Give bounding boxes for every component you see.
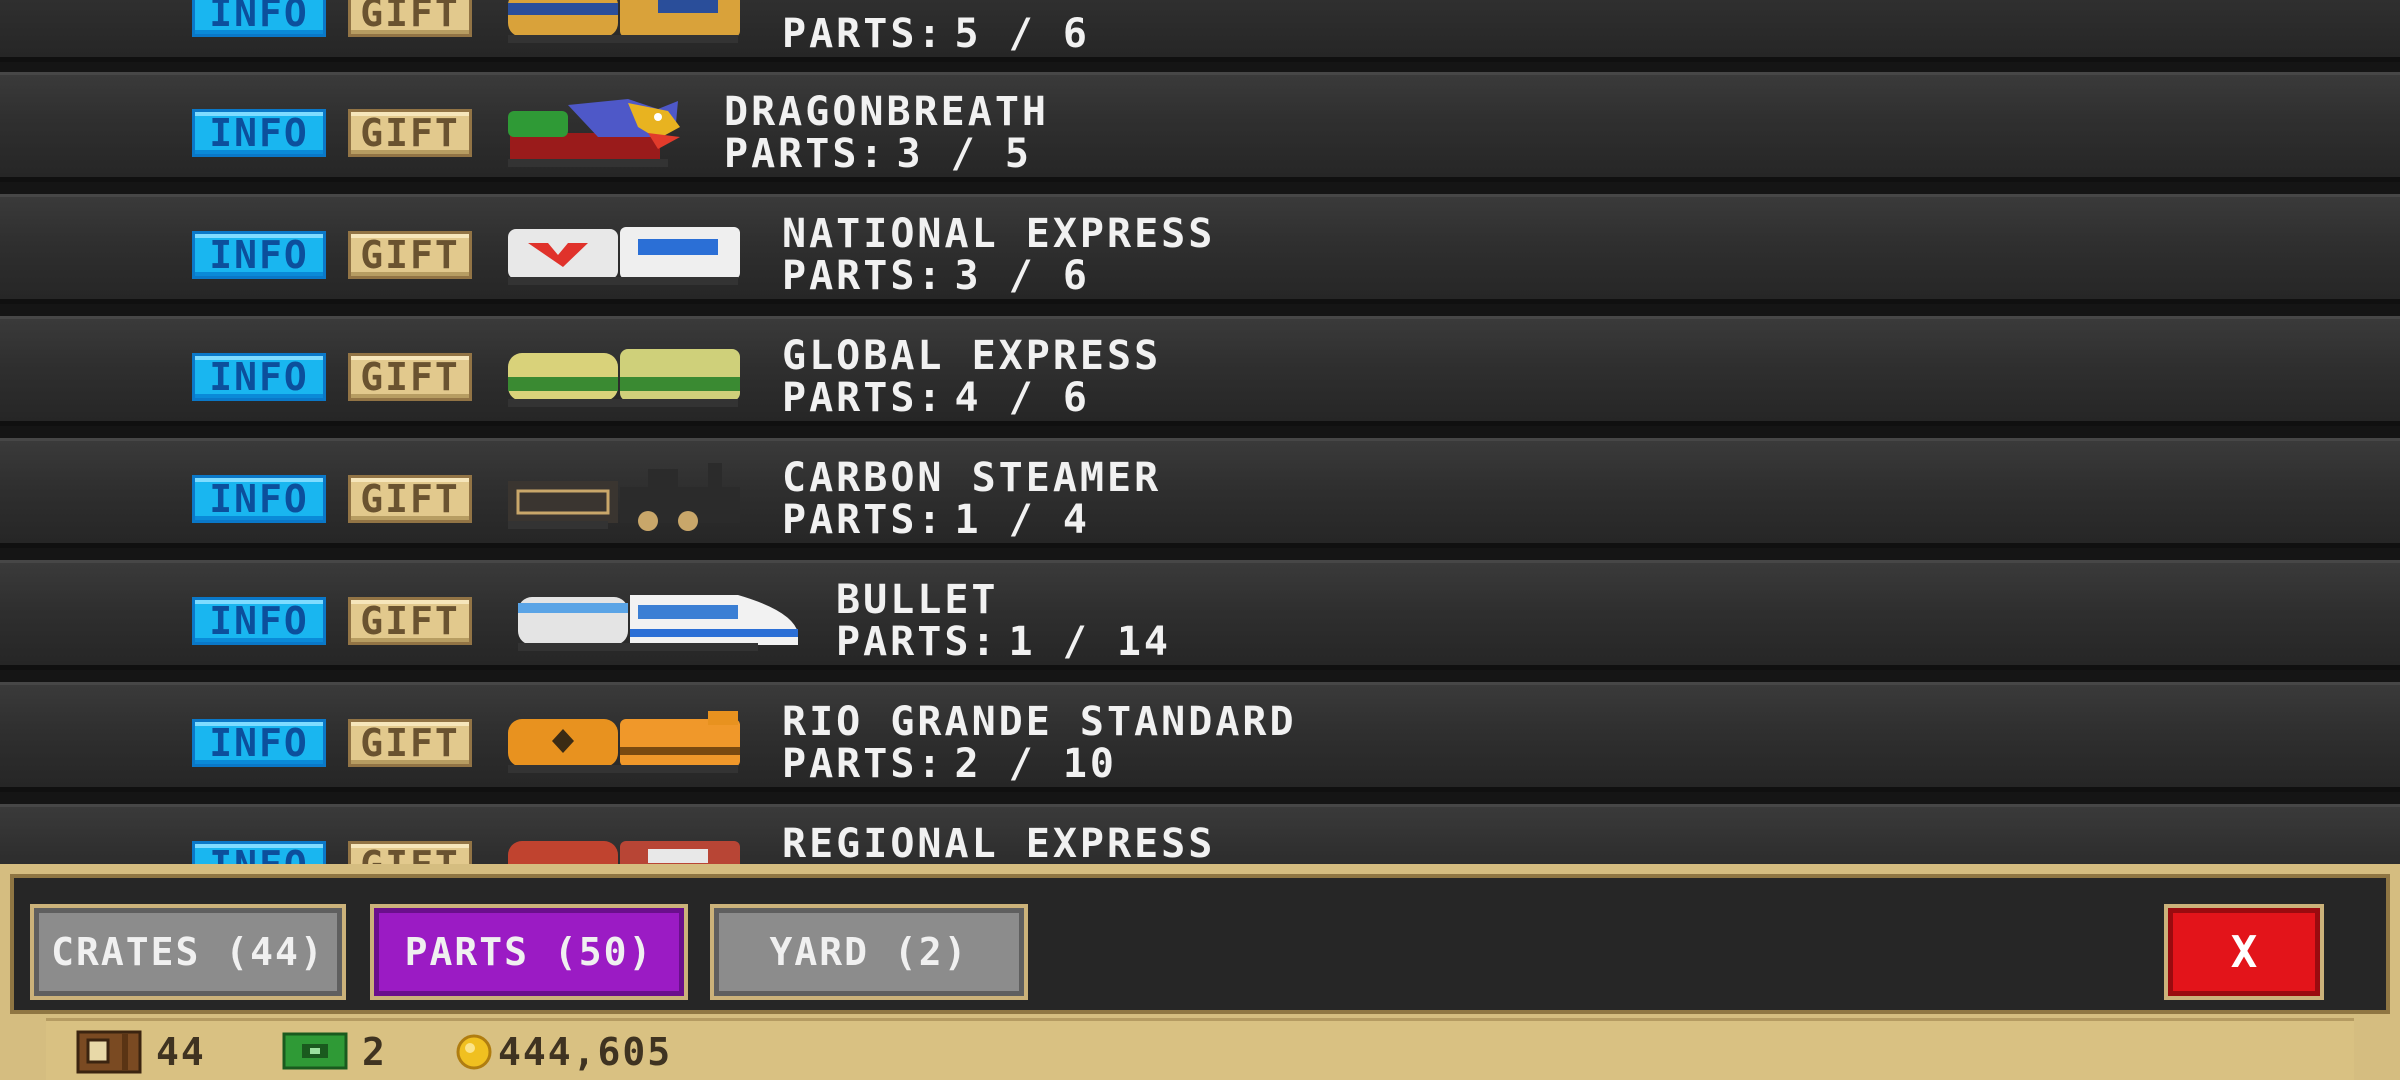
national-express-train-icon xyxy=(508,227,740,285)
info-button[interactable]: INFO xyxy=(192,353,326,401)
bottom-bar: CRATES (44) PARTS (50) YARD (2) X 44 2 4… xyxy=(0,864,2400,1080)
gift-button[interactable]: GIFT xyxy=(348,597,472,645)
cash-stat: 2 xyxy=(282,1029,387,1075)
tab-crates[interactable]: CRATES (44) xyxy=(30,904,346,1000)
parts-count: PARTS: 5 / 6 xyxy=(782,11,1090,57)
crates-count: 44 xyxy=(156,1030,206,1074)
tab-parts[interactable]: PARTS (50) xyxy=(370,904,688,1000)
rio-grande-train-icon xyxy=(508,711,740,773)
gift-button[interactable]: GIFT xyxy=(348,353,472,401)
list-item: INFO GIFT PARTS: 5 / 6 xyxy=(0,0,2400,62)
gift-button[interactable]: GIFT xyxy=(348,231,472,279)
parts-count: PARTS: 3 / 5 xyxy=(724,131,1032,177)
close-button[interactable]: X xyxy=(2164,904,2324,1000)
parts-count: PARTS: 1 / 4 xyxy=(782,497,1090,543)
train-icon xyxy=(508,0,740,43)
coins-count: 444,605 xyxy=(498,1030,673,1074)
info-button[interactable]: INFO xyxy=(192,231,326,279)
coins-stat: 444,605 xyxy=(454,1029,672,1075)
coin-icon xyxy=(456,1034,492,1070)
train-name: BULLET xyxy=(836,577,999,623)
tab-yard[interactable]: YARD (2) xyxy=(710,904,1028,1000)
train-name: NATIONAL EXPRESS xyxy=(782,211,1216,257)
gift-button[interactable]: GIFT xyxy=(348,0,472,37)
train-name: GLOBAL EXPRESS xyxy=(782,333,1162,379)
info-button[interactable]: INFO xyxy=(192,0,326,37)
info-button[interactable]: INFO xyxy=(192,719,326,767)
train-name: RIO GRANDE STANDARD xyxy=(782,699,1297,745)
parts-count: PARTS: 2 / 10 xyxy=(782,741,1117,787)
train-name: REGIONAL EXPRESS xyxy=(782,821,1216,867)
info-button[interactable]: INFO xyxy=(192,475,326,523)
gift-button[interactable]: GIFT xyxy=(348,475,472,523)
train-parts-list[interactable]: INFO GIFT PARTS: 5 / 6 INFO GIFT DRAGONBR… xyxy=(0,0,2400,870)
status-bar: 44 2 444,605 xyxy=(46,1018,2354,1080)
list-item: INFO GIFT CARBON STEAMER PARTS: 1 / 4 xyxy=(0,438,2400,548)
parts-count: PARTS: 4 / 6 xyxy=(782,375,1090,421)
list-item: INFO GIFT RIO GRANDE STANDARD PARTS: 2 / … xyxy=(0,682,2400,792)
tab-panel: CRATES (44) PARTS (50) YARD (2) X xyxy=(10,874,2390,1014)
bullet-train-icon xyxy=(518,595,798,651)
parts-count: PARTS: 1 / 14 xyxy=(836,619,1171,665)
crate-icon xyxy=(76,1030,142,1074)
steam-train-icon xyxy=(508,463,740,531)
global-express-train-icon xyxy=(508,349,740,407)
list-item: INFO GIFT DRAGONBREATH PARTS: 3 / 5 xyxy=(0,72,2400,182)
list-item: INFO GIFT GLOBAL EXPRESS PARTS: 4 / 6 xyxy=(0,316,2400,426)
parts-count: PARTS: 3 / 6 xyxy=(782,253,1090,299)
crates-stat: 44 xyxy=(76,1029,206,1075)
info-button[interactable]: INFO xyxy=(192,109,326,157)
cash-count: 2 xyxy=(362,1030,387,1074)
cash-icon xyxy=(282,1032,348,1070)
info-button[interactable]: INFO xyxy=(192,597,326,645)
gift-button[interactable]: GIFT xyxy=(348,719,472,767)
train-name: CARBON STEAMER xyxy=(782,455,1162,501)
list-item: INFO GIFT BULLET PARTS: 1 / 14 xyxy=(0,560,2400,670)
train-name: DRAGONBREATH xyxy=(724,89,1049,135)
list-item: INFO GIFT NATIONAL EXPRESS PARTS: 3 / 6 xyxy=(0,194,2400,304)
list-item: INFO GIFT REGIONAL EXPRESS xyxy=(0,804,2400,870)
gift-button[interactable]: GIFT xyxy=(348,109,472,157)
